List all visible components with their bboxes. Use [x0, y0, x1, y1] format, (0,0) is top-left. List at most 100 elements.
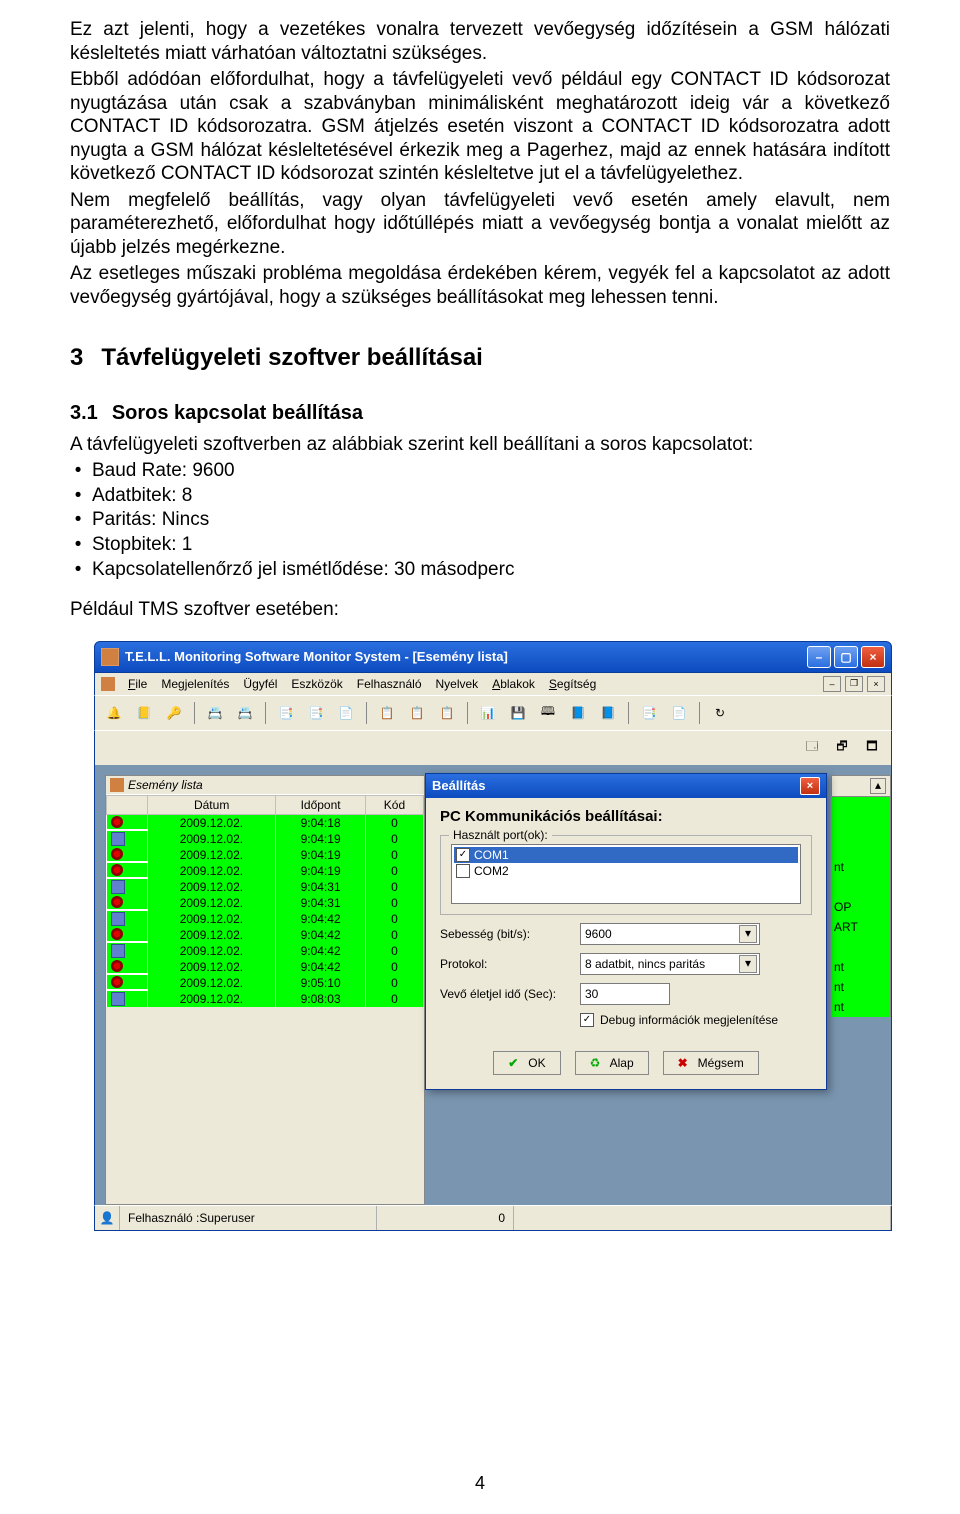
main-toolbar: 🔔 📒 🔑 📇 📇 📑 📑 📄 📋 📋 📋 📊 💾 🕮 📘 📘 📑 📄 ↻	[94, 695, 892, 730]
tool-icon[interactable]: 📑	[636, 700, 662, 726]
tool-icon[interactable]: 📑	[273, 700, 299, 726]
menu-view[interactable]: Megjelenítés	[156, 676, 234, 692]
tool-icon[interactable]: 📇	[232, 700, 258, 726]
alarm-dot-icon	[111, 896, 123, 908]
info-box-icon	[111, 912, 125, 926]
cell-code: 0	[365, 991, 423, 1007]
mdi-minimize-button[interactable]: –	[823, 676, 841, 692]
window-tile-icon[interactable]: 🗖	[859, 735, 885, 761]
row-icon-cell	[107, 991, 148, 1007]
menu-windows[interactable]: Ablakok	[487, 676, 540, 692]
tool-icon[interactable]: 📇	[202, 700, 228, 726]
row-icon-cell	[107, 911, 148, 927]
tool-icon[interactable]: 📋	[404, 700, 430, 726]
table-row[interactable]: 2009.12.02.9:04:190	[107, 847, 424, 863]
dialog-close-button[interactable]: ×	[800, 777, 820, 795]
right-cell	[831, 837, 891, 857]
col-code[interactable]: Kód	[365, 795, 423, 814]
right-cell	[831, 937, 891, 957]
table-row[interactable]: 2009.12.02.9:04:420	[107, 959, 424, 975]
ports-listbox[interactable]: COM1 COM2	[451, 844, 801, 904]
tool-icon[interactable]: 🕮	[535, 700, 561, 726]
row-icon-cell	[107, 959, 148, 973]
mdi-close-button[interactable]: ×	[867, 676, 885, 692]
maximize-button[interactable]: ▢	[834, 646, 858, 668]
titlebar[interactable]: T.E.L.L. Monitoring Software Monitor Sys…	[94, 641, 892, 673]
tool-icon[interactable]: 💾	[505, 700, 531, 726]
menubar: File Megjelenítés Ügyfél Eszközök Felhas…	[94, 673, 892, 695]
protocol-select[interactable]: 8 adatbit, nincs paritás	[580, 953, 760, 975]
alarm-dot-icon	[111, 848, 123, 860]
dialog-titlebar[interactable]: Beállítás ×	[426, 774, 826, 798]
mdi-restore-button[interactable]: ❐	[845, 676, 863, 692]
tool-icon[interactable]: 📄	[666, 700, 692, 726]
menu-tools[interactable]: Eszközök	[286, 676, 347, 692]
cell-code: 0	[365, 959, 423, 975]
port-option-com2[interactable]: COM2	[454, 863, 798, 879]
table-row[interactable]: 2009.12.02.9:04:420	[107, 911, 424, 927]
table-row[interactable]: 2009.12.02.9:04:420	[107, 927, 424, 943]
alert-icon[interactable]: 🔔	[101, 700, 127, 726]
window-grid-icon[interactable]: 🗗	[829, 735, 855, 761]
reset-button[interactable]: ♻Alap	[575, 1051, 649, 1075]
menu-client[interactable]: Ügyfél	[238, 676, 282, 692]
scroll-up-icon[interactable]: ▴	[870, 778, 886, 794]
cell-code: 0	[365, 831, 423, 847]
port-checkbox[interactable]	[456, 864, 470, 878]
table-row[interactable]: 2009.12.02.9:04:180	[107, 814, 424, 831]
app-icon	[101, 648, 119, 666]
refresh-icon[interactable]: ↻	[707, 700, 733, 726]
tool-icon[interactable]: 📘	[595, 700, 621, 726]
table-row[interactable]: 2009.12.02.9:05:100	[107, 975, 424, 991]
col-time[interactable]: Időpont	[276, 795, 366, 814]
port-checkbox[interactable]	[456, 848, 470, 862]
heading-1: 3 Távfelügyeleti szoftver beállításai	[70, 344, 890, 372]
right-cell: nt	[831, 957, 891, 977]
tool-icon[interactable]: 📄	[333, 700, 359, 726]
heading-1-number: 3	[70, 344, 83, 372]
page-number: 4	[0, 1473, 960, 1494]
menu-file[interactable]: File	[123, 676, 152, 692]
menu-help[interactable]: Segítség	[544, 676, 601, 692]
paragraph-4: Az esetleges műszaki probléma megoldása …	[70, 262, 890, 309]
alarm-dot-icon	[111, 928, 123, 940]
menu-user[interactable]: Felhasználó	[352, 676, 427, 692]
book-icon[interactable]: 📒	[131, 700, 157, 726]
tool-icon[interactable]: 📑	[303, 700, 329, 726]
table-row[interactable]: 2009.12.02.9:04:190	[107, 863, 424, 879]
table-row[interactable]: 2009.12.02.9:04:310	[107, 895, 424, 911]
debug-checkbox[interactable]	[580, 1013, 594, 1027]
row-icon-cell	[107, 879, 148, 895]
life-input[interactable]: 30	[580, 983, 670, 1005]
row-icon-cell	[107, 815, 148, 829]
tool-icon[interactable]: 📊	[475, 700, 501, 726]
cell-time: 9:04:31	[276, 895, 366, 911]
key-icon[interactable]: 🔑	[161, 700, 187, 726]
row-icon-cell	[107, 831, 148, 847]
table-row[interactable]: 2009.12.02.9:04:190	[107, 831, 424, 847]
table-row[interactable]: 2009.12.02.9:04:420	[107, 943, 424, 959]
tool-icon[interactable]: 📋	[374, 700, 400, 726]
cell-time: 9:08:03	[276, 991, 366, 1007]
col-date[interactable]: Dátum	[148, 795, 276, 814]
mdi-workarea: Esemény lista Dátum Időpont Kód 2009.12.…	[94, 765, 892, 1205]
menu-lang[interactable]: Nyelvek	[431, 676, 484, 692]
alarm-dot-icon	[111, 864, 123, 876]
cell-date: 2009.12.02.	[148, 863, 276, 879]
tool-icon[interactable]: 📋	[434, 700, 460, 726]
minimize-button[interactable]: –	[807, 646, 831, 668]
statusbar: 👤 Felhasználó :Superuser 0	[94, 1205, 892, 1231]
cancel-button[interactable]: ✖Mégsem	[663, 1051, 759, 1075]
table-row[interactable]: 2009.12.02.9:08:030	[107, 991, 424, 1007]
speed-select[interactable]: 9600	[580, 923, 760, 945]
tool-icon[interactable]: 📘	[565, 700, 591, 726]
table-row[interactable]: 2009.12.02.9:04:310	[107, 879, 424, 895]
ok-button[interactable]: ✔OK	[493, 1051, 560, 1075]
right-cell: ART	[831, 917, 891, 937]
port-option-com1[interactable]: COM1	[454, 847, 798, 863]
close-button[interactable]: ×	[861, 646, 885, 668]
paragraph-2: Ebből adódóan előfordulhat, hogy a távfe…	[70, 68, 890, 186]
event-list-panel: Esemény lista Dátum Időpont Kód 2009.12.…	[105, 775, 425, 1205]
window-list-icon[interactable]: 🗔	[799, 735, 825, 761]
event-table[interactable]: Dátum Időpont Kód 2009.12.02.9:04:180200…	[106, 795, 424, 1007]
